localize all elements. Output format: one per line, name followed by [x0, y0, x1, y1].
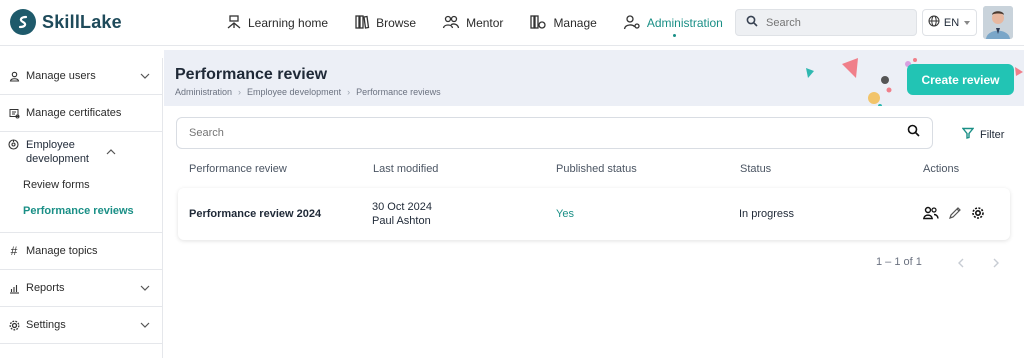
- language-selector[interactable]: EN: [922, 9, 977, 36]
- page-title: Performance review: [175, 66, 328, 83]
- manage-icon: [529, 14, 547, 33]
- sidebar-item-label: Manage topics: [26, 245, 98, 257]
- modified-date: 30 Oct 2024: [372, 201, 432, 213]
- chevron-down-icon: [140, 319, 150, 331]
- user-icon: [8, 70, 20, 82]
- sidebar-item-manage-topics[interactable]: # Manage topics: [0, 233, 162, 270]
- nav-label: Mentor: [466, 16, 504, 30]
- review-status: In progress: [739, 208, 795, 220]
- review-name[interactable]: Performance review 2024: [189, 208, 321, 220]
- sidebar-item-manage-certificates[interactable]: Manage certificates: [0, 95, 162, 132]
- column-header[interactable]: Last modified: [373, 163, 438, 175]
- create-review-button[interactable]: Create review: [907, 64, 1014, 95]
- review-search[interactable]: [176, 117, 933, 149]
- column-header[interactable]: Status: [740, 163, 771, 175]
- sidebar-item-label: Manage certificates: [26, 107, 122, 119]
- filter-icon: [961, 127, 975, 142]
- sidebar-subitem-review-forms[interactable]: Review forms: [0, 172, 162, 198]
- breadcrumb-item[interactable]: Administration: [175, 87, 232, 97]
- sidebar-item-label: Manage users: [26, 70, 96, 82]
- sidebar-group-employee-development: Employee development Review forms Perfor…: [0, 132, 162, 233]
- avatar[interactable]: [983, 6, 1013, 39]
- pagination-range: 1 – 1 of 1: [876, 256, 922, 268]
- filter-button[interactable]: Filter: [961, 127, 1005, 142]
- people-icon: [442, 14, 460, 33]
- nav-learning-home[interactable]: Learning home: [226, 0, 328, 46]
- sidebar-subitem-label: Review forms: [23, 179, 90, 191]
- nav-label: Learning home: [248, 16, 329, 30]
- nav-label: Administration: [646, 16, 723, 30]
- assign-users-icon[interactable]: [923, 206, 939, 223]
- nav-label: Manage: [553, 16, 597, 30]
- logo[interactable]: SkillLake: [10, 9, 122, 35]
- sidebar-item-settings[interactable]: Settings: [0, 307, 162, 344]
- nav-label: Browse: [376, 16, 417, 30]
- language-label: EN: [943, 16, 960, 29]
- certificate-icon: [8, 107, 20, 119]
- gear-icon: [8, 319, 20, 331]
- skilllake-logo-icon: [10, 9, 36, 35]
- admin-icon: [623, 14, 641, 33]
- development-icon: [8, 139, 20, 151]
- app-name: SkillLake: [42, 11, 122, 32]
- sidebar: Manage users Manage certificates Employe…: [0, 58, 163, 358]
- filter-label: Filter: [980, 128, 1005, 141]
- sidebar-item-reports[interactable]: Reports: [0, 270, 162, 307]
- reports-icon: [8, 282, 20, 294]
- chevron-up-icon: [106, 145, 116, 159]
- sidebar-subitem-label: Performance reviews: [23, 205, 134, 217]
- previous-page-icon[interactable]: [957, 257, 965, 271]
- next-page-icon[interactable]: [992, 257, 1000, 271]
- active-indicator: [672, 34, 676, 37]
- table-header: Performance review Last modified Publish…: [176, 160, 1012, 180]
- breadcrumb-item[interactable]: Employee development: [247, 87, 341, 97]
- confetti-decoration: [1015, 67, 1023, 76]
- column-header[interactable]: Performance review: [189, 163, 287, 175]
- search-icon[interactable]: [907, 124, 920, 142]
- learning-home-icon: [226, 14, 242, 33]
- breadcrumb: Administration › Employee development › …: [175, 87, 441, 97]
- column-header: Actions: [923, 163, 960, 175]
- nav-manage[interactable]: Manage: [529, 0, 597, 46]
- sidebar-item-label: Settings: [26, 319, 66, 331]
- nav-browse[interactable]: Browse: [354, 0, 416, 46]
- review-search-input[interactable]: [189, 127, 789, 139]
- table-row[interactable]: Performance review 2024 30 Oct 2024 Paul…: [178, 188, 1010, 240]
- search-icon: [746, 14, 758, 32]
- breadcrumb-separator: ›: [238, 87, 242, 97]
- chevron-down-icon: [140, 70, 150, 82]
- sidebar-subitem-performance-reviews[interactable]: Performance reviews: [0, 198, 162, 224]
- books-icon: [354, 14, 370, 33]
- globe-icon: [928, 15, 940, 30]
- sidebar-item-label: Reports: [26, 282, 65, 294]
- caret-down-icon: [963, 17, 971, 29]
- global-search[interactable]: [735, 9, 917, 36]
- top-bar: SkillLake Learning home Browse Mentor Ma…: [0, 0, 1024, 46]
- sidebar-item-employee-development[interactable]: Employee development: [0, 132, 162, 172]
- chevron-down-icon: [140, 282, 150, 294]
- edit-icon[interactable]: [948, 206, 962, 223]
- global-search-input[interactable]: [766, 16, 906, 29]
- breadcrumb-item-current: Performance reviews: [356, 87, 441, 97]
- settings-gear-icon[interactable]: [971, 206, 985, 223]
- page-header: Performance review Administration › Empl…: [164, 50, 1024, 106]
- hash-icon: #: [10, 244, 18, 258]
- nav-mentor[interactable]: Mentor: [442, 0, 503, 46]
- main-nav: Learning home Browse Mentor Manage Admin…: [226, 0, 749, 46]
- breadcrumb-separator: ›: [347, 87, 351, 97]
- sidebar-item-manage-users[interactable]: Manage users: [0, 58, 162, 95]
- published-status: Yes: [556, 208, 574, 220]
- modified-by: Paul Ashton: [372, 215, 431, 227]
- column-header[interactable]: Published status: [556, 163, 637, 175]
- sidebar-item-label: Employee development: [26, 139, 89, 165]
- nav-administration[interactable]: Administration: [623, 0, 723, 46]
